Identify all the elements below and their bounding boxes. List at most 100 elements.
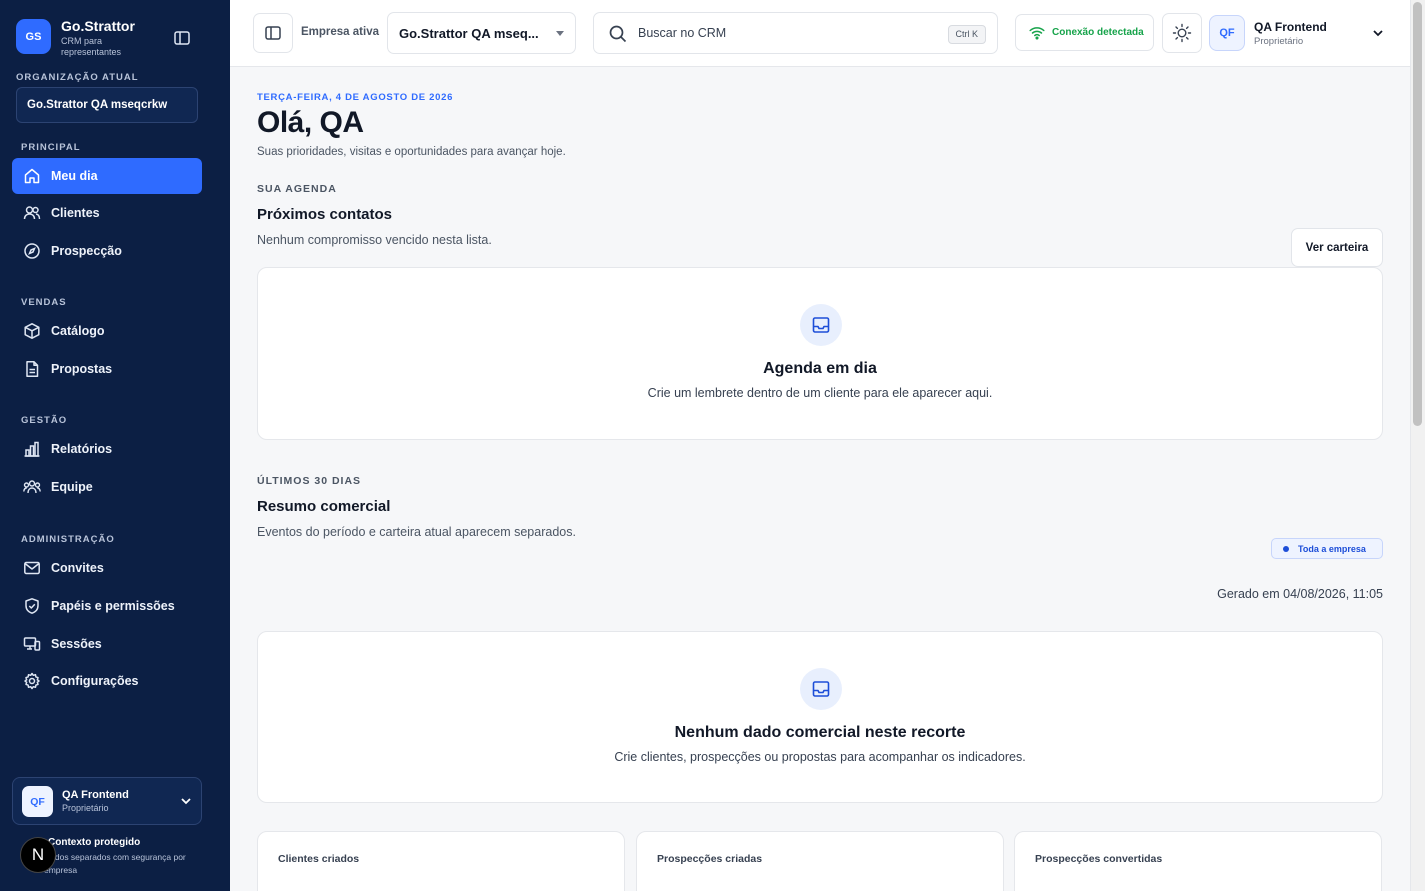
agenda-empty-card: Agenda em dia Crie um lembrete dentro de… [257,267,1383,440]
summary-empty-description: Crie clientes, prospecções ou propostas … [614,750,1026,764]
sidebar-panel-icon [174,31,190,45]
team-icon [23,478,41,496]
scope-badge: Toda a empresa [1271,538,1383,559]
dev-tools-badge[interactable]: N [20,837,56,873]
nav-item-label: Papéis e permissões [51,599,175,613]
section-label-vendas: VENDAS [21,297,67,308]
nav-item-convites[interactable]: Convites [12,550,202,586]
view-portfolio-button[interactable]: Ver carteira [1291,228,1383,267]
metric-label: Prospecções criadas [657,853,763,865]
nav-item-relatorios[interactable]: Relatórios [12,431,202,467]
nav-item-sessoes[interactable]: Sessões [12,626,202,662]
brand-logo: GS [16,19,51,54]
summary-eyebrow: ÚLTIMOS 30 DIAS [257,475,362,487]
connection-status: Conexão detectada [1015,14,1154,51]
toggle-sidebar-button[interactable] [253,13,293,53]
home-icon [23,167,41,185]
user-name[interactable]: QA Frontend [1254,20,1327,34]
active-company-label: Empresa ativa [301,26,379,38]
gear-icon [23,672,41,690]
sidebar-collapse-button[interactable] [172,28,192,48]
nav-item-label: Configurações [51,674,139,688]
inbox-icon [800,304,842,346]
nav-item-label: Catálogo [51,324,105,338]
agenda-description: Nenhum compromisso vencido nesta lista. [257,233,492,247]
nav-item-configuracoes[interactable]: Configurações [12,663,202,699]
nav-item-propostas[interactable]: Propostas [12,351,202,387]
avatar[interactable]: QF [1209,15,1245,51]
section-label-administracao: ADMINISTRAÇÃO [21,534,115,545]
nav-item-label: Relatórios [51,442,113,456]
nav-item-label: Meu dia [51,169,98,183]
wifi-icon [1029,26,1045,40]
shield-icon [23,597,41,615]
metric-card-prospeccoes-criadas: Prospecções criadas [636,831,1004,891]
summary-empty-title: Nenhum dado comercial neste recorte [674,724,966,741]
user-name: QA Frontend [62,789,129,801]
brand-name: Go.Strattor [61,18,135,34]
box-icon [23,322,41,340]
nav-item-label: Equipe [51,480,93,494]
theme-toggle-button[interactable] [1162,13,1202,53]
nav-item-label: Clientes [51,206,100,220]
users-icon [23,204,41,222]
chevron-down-icon[interactable] [1370,25,1386,41]
search-box[interactable]: Ctrl K [593,12,998,54]
metric-label: Prospecções convertidas [1035,853,1163,865]
agenda-empty-description: Crie um lembrete dentro de um cliente pa… [647,386,993,400]
document-icon [23,360,41,378]
compass-icon [23,242,41,260]
bar-chart-icon [23,440,41,458]
org-switcher[interactable]: Go.Strattor QA mseqcrkw [16,87,198,123]
scope-badge-label: Toda a empresa [1298,543,1366,554]
sidebar-panel-icon [265,26,281,40]
nav-item-catalogo[interactable]: Catálogo [12,313,202,349]
brand-subtitle: CRM para representantes [61,36,122,57]
sun-icon [1172,23,1192,43]
nav-item-label: Convites [51,561,104,575]
page-subtitle: Suas prioridades, visitas e oportunidade… [257,146,566,158]
nav-item-papeis-permissoes[interactable]: Papéis e permissões [12,588,202,624]
topbar: Empresa ativa Go.Strattor QA mseq... Ctr… [230,0,1410,67]
nav-item-meu-dia[interactable]: Meu dia [12,158,202,194]
context-subtitle: Dados separados com segurança por empres… [44,852,186,875]
agenda-empty-title: Agenda em dia [763,360,877,377]
inbox-icon [800,668,842,710]
metric-card-prospeccoes-convertidas: Prospecções convertidas [1014,831,1382,891]
company-select[interactable]: Go.Strattor QA mseq... [387,12,576,54]
metric-label: Clientes criados [278,853,360,865]
user-role: Proprietário [62,803,109,813]
summary-title: Resumo comercial [257,498,391,515]
caret-down-icon [556,31,564,36]
context-title: Contexto protegido [48,837,141,848]
avatar: QF [22,786,53,817]
nav-item-clientes[interactable]: Clientes [12,195,202,231]
summary-description: Eventos do período e carteira atual apar… [257,525,576,539]
agenda-eyebrow: SUA AGENDA [257,183,337,195]
metric-card-clientes-criados: Clientes criados [257,831,625,891]
sidebar-user-menu[interactable]: QF QA Frontend Proprietário [12,777,202,825]
sidebar: GS Go.Strattor CRM para representantes O… [0,0,230,891]
nav-item-label: Sessões [51,637,102,651]
nav-item-label: Propostas [51,362,113,376]
main-content: TERÇA-FEIRA, 4 DE AGOSTO DE 2026 Olá, QA… [230,68,1410,891]
search-input[interactable] [638,26,938,40]
nav-item-equipe[interactable]: Equipe [12,469,202,505]
user-role: Proprietário [1254,36,1304,47]
connection-status-label: Conexão detectada [1052,27,1144,38]
search-shortcut: Ctrl K [947,25,986,44]
section-label-gestao: GESTÃO [21,415,68,426]
company-select-value: Go.Strattor QA mseq... [399,26,539,41]
scrollbar-thumb[interactable] [1413,2,1422,426]
search-icon [609,25,627,43]
status-dot [1283,545,1289,552]
devices-icon [23,635,41,653]
generated-timestamp: Gerado em 04/08/2026, 11:05 [1217,587,1383,601]
summary-empty-card: Nenhum dado comercial neste recorte Crie… [257,631,1383,803]
nav-item-label: Prospecção [51,244,122,258]
nav-item-prospeccao[interactable]: Prospecção [12,233,202,269]
section-label-principal: PRINCIPAL [21,142,81,153]
current-date: TERÇA-FEIRA, 4 DE AGOSTO DE 2026 [257,92,454,103]
mail-icon [23,559,41,577]
page-title: Olá, QA [257,106,364,139]
